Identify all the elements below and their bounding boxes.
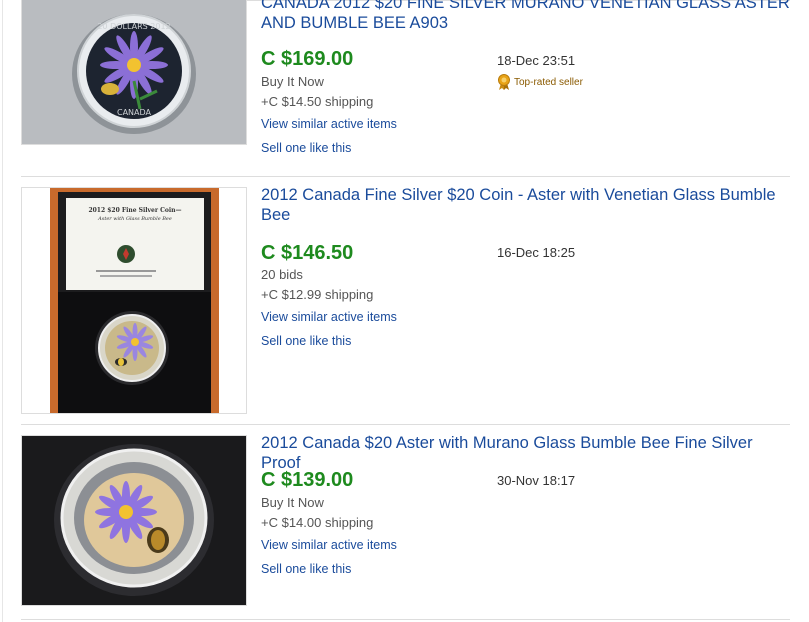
listing-2-end-date: 16-Dec 18:25 <box>497 245 576 260</box>
coin-inscription: CANADA <box>117 108 152 117</box>
listing-2-price: C $146.50 <box>261 242 354 264</box>
listing-2-image[interactable]: 2012 $20 Fine Silver Coin— Aster with Gl… <box>21 187 247 414</box>
listing-3-format: Buy It Now <box>261 495 324 510</box>
listing-3-sell-link[interactable]: Sell one like this <box>261 562 351 576</box>
listing-2-similar-link[interactable]: View similar active items <box>261 310 397 324</box>
listing-3-end-date: 30-Nov 18:17 <box>497 473 576 488</box>
divider <box>21 424 790 425</box>
listing-1-image[interactable]: 20 DOLLARS 2012 CANADA <box>21 0 247 145</box>
listing-2-format: 20 bids <box>261 267 303 282</box>
listing-1-title[interactable]: CANADA 2012 $20 FINE SILVER MURANO VENET… <box>261 0 791 33</box>
page-left-border <box>2 0 3 622</box>
listing-2-sell-link[interactable]: Sell one like this <box>261 334 351 348</box>
divider <box>21 619 790 620</box>
top-rated-label: Top-rated seller <box>514 77 583 88</box>
listing-1-end-date: 18-Dec 23:51 <box>497 53 576 68</box>
listing-2-title[interactable]: 2012 Canada Fine Silver $20 Coin - Aster… <box>261 185 791 225</box>
listing-1-format: Buy It Now <box>261 74 324 89</box>
card-text: Aster with Glass Bumble Bee <box>97 216 172 222</box>
listing-1-sell-link[interactable]: Sell one like this <box>261 141 351 155</box>
listing-3-price: C $139.00 <box>261 469 354 491</box>
listing-1-similar-link[interactable]: View similar active items <box>261 117 397 131</box>
coin-inscription: 20 DOLLARS 2012 <box>97 22 170 31</box>
divider <box>21 176 790 177</box>
card-text: 2012 $20 Fine Silver Coin— <box>88 207 181 214</box>
listing-3-shipping: +C $14.00 shipping <box>261 515 374 530</box>
ribbon-icon <box>498 74 510 90</box>
listing-3-title[interactable]: 2012 Canada $20 Aster with Murano Glass … <box>261 433 791 473</box>
listing-1-shipping: +C $14.50 shipping <box>261 94 374 109</box>
listing-1-price: C $169.00 <box>261 48 354 70</box>
listing-3-similar-link[interactable]: View similar active items <box>261 538 397 552</box>
listing-2-shipping: +C $12.99 shipping <box>261 287 374 302</box>
top-rated-seller-badge: Top-rated seller <box>497 74 583 91</box>
listing-3-image[interactable] <box>21 435 247 606</box>
